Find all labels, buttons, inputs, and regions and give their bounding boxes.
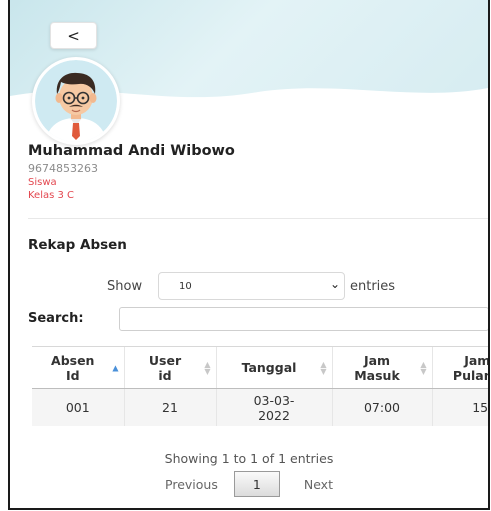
student-phone: 9674853263 bbox=[28, 162, 98, 175]
column-header-tanggal[interactable]: Tanggal ▲ ▼ bbox=[215, 346, 332, 389]
sort-icon: ▲ ▼ bbox=[420, 359, 427, 376]
student-class: Kelas 3 C bbox=[28, 190, 75, 201]
page-1-button[interactable]: 1 bbox=[233, 471, 280, 497]
column-header-absen-id[interactable]: Absen Id ▲ bbox=[32, 346, 124, 389]
chevron-down-icon: ⌄ bbox=[329, 277, 340, 291]
back-chevron-icon: < bbox=[67, 26, 80, 45]
cell-jam-masuk: 07:00 bbox=[331, 388, 432, 426]
student-role: Siswa bbox=[28, 177, 57, 188]
student-avatar-icon bbox=[35, 60, 117, 142]
cell-user-id: 21 bbox=[123, 388, 216, 426]
table-info-text: Showing 1 to 1 of 1 entries bbox=[164, 451, 334, 466]
entries-label: entries bbox=[350, 279, 396, 294]
sort-ascending-icon: ▲ bbox=[112, 363, 119, 372]
pagination: Previous 1 Next bbox=[10, 471, 488, 497]
previous-page-link[interactable]: Previous bbox=[165, 477, 218, 492]
table-row: 001 21 03-03- 2022 07:00 15: bbox=[32, 388, 488, 426]
sort-icon: ▲ ▼ bbox=[320, 359, 327, 376]
sort-icon: ▲ ▼ bbox=[204, 359, 211, 376]
avatar bbox=[32, 57, 120, 145]
app-frame: < Muhammad Andi Wibowo 9674853263 Siswa … bbox=[8, 0, 490, 510]
entries-select-value: 10 bbox=[179, 280, 192, 292]
search-input[interactable] bbox=[119, 307, 488, 331]
rekap-absen-title: Rekap Absen bbox=[28, 237, 127, 253]
search-label: Search: bbox=[28, 311, 84, 326]
attendance-table: Absen Id ▲ User id ▲ ▼ Tanggal ▲ ▼ Jam M… bbox=[32, 346, 488, 426]
back-button[interactable]: < bbox=[50, 22, 97, 49]
cell-tanggal: 03-03- 2022 bbox=[215, 388, 332, 426]
column-header-jam-pulang[interactable]: Jam Pulang bbox=[431, 346, 488, 389]
entries-per-page-select[interactable]: 10 ⌄ bbox=[158, 272, 345, 300]
next-page-link[interactable]: Next bbox=[304, 477, 333, 492]
column-header-jam-masuk[interactable]: Jam Masuk ▲ ▼ bbox=[331, 346, 432, 389]
section-divider bbox=[28, 218, 488, 219]
student-name: Muhammad Andi Wibowo bbox=[28, 143, 235, 159]
cell-jam-pulang: 15: bbox=[431, 388, 488, 426]
column-header-user-id[interactable]: User id ▲ ▼ bbox=[123, 346, 216, 389]
attendance-table-container[interactable]: Absen Id ▲ User id ▲ ▼ Tanggal ▲ ▼ Jam M… bbox=[32, 346, 488, 426]
table-header-row: Absen Id ▲ User id ▲ ▼ Tanggal ▲ ▼ Jam M… bbox=[32, 346, 488, 389]
show-label: Show bbox=[107, 279, 143, 294]
cell-absen-id: 001 bbox=[32, 388, 124, 426]
